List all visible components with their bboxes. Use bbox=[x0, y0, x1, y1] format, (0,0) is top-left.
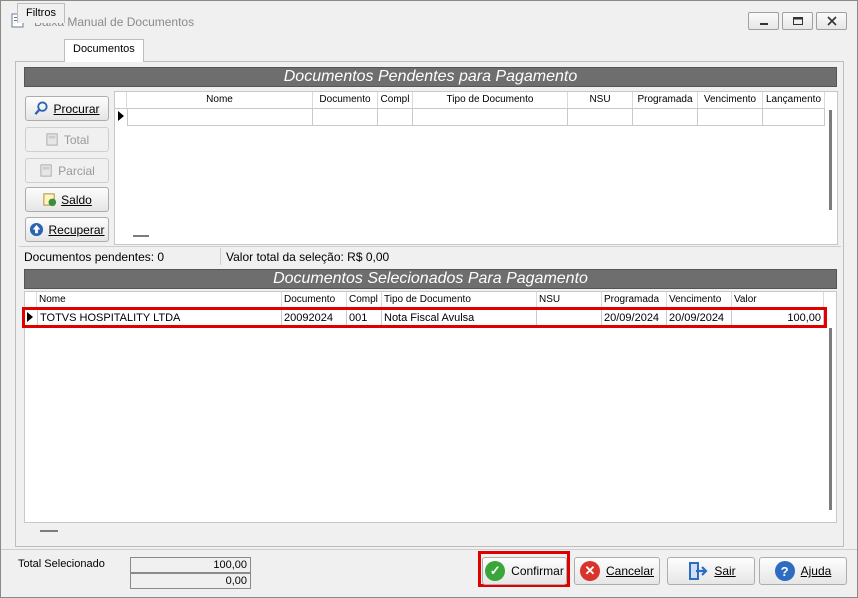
calculator-icon bbox=[40, 164, 52, 177]
tab-documentos-label: Documentos bbox=[73, 43, 135, 55]
sair-label: Sair bbox=[714, 564, 736, 578]
main-window: Baixa Manual de Documentos Filtros Docum… bbox=[0, 0, 858, 598]
selected-col-valor[interactable]: Valor bbox=[732, 292, 824, 308]
help-icon: ? bbox=[774, 561, 795, 581]
selection-total-text: Valor total da seleção: R$ 0,00 bbox=[226, 250, 390, 264]
empty-cell[interactable] bbox=[313, 109, 378, 125]
cancelar-label: Cancelar bbox=[605, 564, 655, 578]
selected-section-header: Documentos Selecionados Para Pagamento bbox=[24, 269, 837, 289]
horizontal-scrollbar[interactable] bbox=[40, 530, 58, 532]
empty-cell[interactable] bbox=[763, 109, 825, 125]
pending-col-tipo[interactable]: Tipo de Documento bbox=[413, 92, 568, 108]
empty-cell[interactable] bbox=[127, 109, 313, 125]
parcial-label: Parcial bbox=[58, 163, 95, 178]
vertical-scrollbar[interactable] bbox=[829, 110, 832, 210]
title-bar: Baixa Manual de Documentos bbox=[1, 1, 857, 39]
horizontal-scrollbar[interactable] bbox=[133, 235, 149, 237]
restore-icon bbox=[792, 17, 803, 25]
close-icon bbox=[826, 16, 837, 26]
saldo-button[interactable]: Saldo bbox=[25, 187, 109, 212]
search-icon bbox=[35, 101, 49, 115]
tab-filtros[interactable]: Filtros bbox=[17, 3, 65, 23]
minimize-icon bbox=[759, 23, 768, 25]
ajuda-label: Ajuda bbox=[800, 564, 832, 578]
pending-col-nsu[interactable]: NSU bbox=[568, 92, 633, 108]
ajuda-button[interactable]: ? Ajuda bbox=[759, 557, 847, 585]
selected-col-programada[interactable]: Programada bbox=[602, 292, 667, 308]
parcial-button[interactable]: Parcial bbox=[25, 158, 109, 183]
procurar-button[interactable]: Procurar bbox=[25, 96, 109, 121]
pending-col-documento[interactable]: Documento bbox=[313, 92, 378, 108]
tab-filtros-label: Filtros bbox=[26, 7, 56, 19]
total-secondary-value: 0,00 bbox=[130, 573, 251, 589]
exit-door-icon bbox=[689, 562, 708, 580]
pending-count-text: Documentos pendentes: 0 bbox=[24, 250, 165, 264]
total-button[interactable]: Total bbox=[25, 127, 109, 152]
confirmar-button[interactable]: ✓ Confirmar bbox=[482, 557, 567, 585]
cancel-icon: ✕ bbox=[579, 561, 600, 581]
check-icon: ✓ bbox=[485, 561, 506, 581]
recuperar-button[interactable]: Recuperar bbox=[25, 217, 109, 242]
pending-section-header: Documentos Pendentes para Pagamento bbox=[24, 67, 837, 87]
arrow-up-icon bbox=[30, 222, 44, 237]
pending-grid[interactable]: Nome Documento Compl Tipo de Documento N… bbox=[114, 91, 838, 245]
total-selecionado-label: Total Selecionado bbox=[18, 558, 105, 570]
minimize-button[interactable] bbox=[748, 12, 779, 30]
pending-col-vencimento[interactable]: Vencimento bbox=[698, 92, 763, 108]
status-divider bbox=[19, 246, 841, 247]
empty-cell[interactable] bbox=[568, 109, 633, 125]
status-separator bbox=[220, 248, 221, 265]
close-button[interactable] bbox=[816, 12, 847, 30]
confirmar-label: Confirmar bbox=[511, 564, 564, 578]
sair-button[interactable]: Sair bbox=[667, 557, 755, 585]
vertical-scrollbar[interactable] bbox=[829, 328, 832, 510]
balance-icon bbox=[43, 193, 57, 207]
cancelar-button[interactable]: ✕ Cancelar bbox=[574, 557, 660, 585]
selected-col-vencimento[interactable]: Vencimento bbox=[667, 292, 732, 308]
row-indicator-icon bbox=[118, 111, 124, 121]
grid-corner bbox=[25, 292, 37, 308]
grid-line bbox=[127, 125, 825, 126]
empty-cell[interactable] bbox=[413, 109, 568, 125]
empty-cell[interactable] bbox=[698, 109, 763, 125]
recuperar-label: Recuperar bbox=[48, 222, 105, 237]
footer-divider bbox=[1, 549, 857, 550]
calculator-icon bbox=[46, 133, 58, 146]
selected-col-compl[interactable]: Compl bbox=[347, 292, 382, 308]
total-selecionado-value: 100,00 bbox=[130, 557, 251, 573]
maximize-button[interactable] bbox=[782, 12, 813, 30]
pending-col-compl[interactable]: Compl bbox=[378, 92, 413, 108]
selected-col-nome[interactable]: Nome bbox=[37, 292, 282, 308]
total-label: Total bbox=[63, 132, 90, 147]
tab-documentos[interactable]: Documentos bbox=[64, 39, 144, 62]
selected-col-nsu[interactable]: NSU bbox=[537, 292, 602, 308]
saldo-label: Saldo bbox=[61, 192, 92, 207]
pending-col-programada[interactable]: Programada bbox=[633, 92, 698, 108]
procurar-label: Procurar bbox=[53, 101, 100, 116]
grid-corner bbox=[115, 92, 127, 108]
pending-col-lancamento[interactable]: Lançamento bbox=[763, 92, 825, 108]
selected-col-documento[interactable]: Documento bbox=[282, 292, 347, 308]
pending-col-nome[interactable]: Nome bbox=[127, 92, 313, 108]
empty-cell[interactable] bbox=[633, 109, 698, 125]
selected-row-highlight bbox=[22, 307, 827, 328]
empty-cell[interactable] bbox=[378, 109, 413, 125]
selected-col-tipo[interactable]: Tipo de Documento bbox=[382, 292, 537, 308]
